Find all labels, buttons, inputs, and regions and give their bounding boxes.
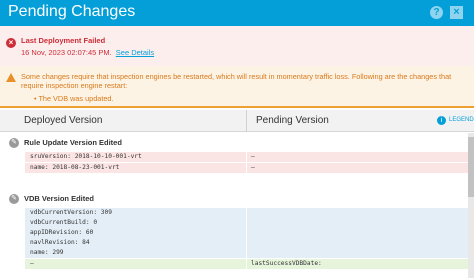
close-icon[interactable]: ×: [450, 6, 463, 19]
pending-version-header: Pending Version: [256, 115, 329, 126]
content-scrollbar[interactable]: [468, 133, 474, 278]
pending-value: [247, 248, 468, 258]
version-column-header: Deployed Version Pending Version i LEGEN…: [0, 110, 474, 132]
dialog-title: Pending Changes: [8, 3, 136, 20]
pending-value: lastSuccessVDBDate:: [247, 259, 468, 269]
pending-value: [247, 228, 468, 238]
section-title-rule-update: Rule Update Version Edited: [24, 138, 122, 147]
deployed-value: appIDRevision: 60: [25, 228, 246, 238]
pending-value: [247, 238, 468, 248]
pencil-icon: ✎: [9, 138, 19, 148]
error-title: Last Deployment Failed: [21, 36, 106, 45]
section-title-vdb: VDB Version Edited: [24, 194, 95, 203]
diff-row: appIDRevision: 60: [25, 228, 468, 238]
diff-row: name: 299: [25, 248, 468, 258]
warning-message: Some changes require that inspection eng…: [21, 72, 452, 90]
error-timestamp: 16 Nov, 2023 02:07:45 PM. See Details: [21, 48, 154, 58]
deployment-error-panel: × Last Deployment Failed 16 Nov, 2023 02…: [0, 26, 474, 66]
deployed-value: –: [25, 259, 246, 269]
deployed-value: sruVersion: 2018-10-10-001-vrt: [25, 152, 246, 162]
pencil-icon: ✎: [9, 194, 19, 204]
pending-value: [247, 218, 468, 228]
column-divider: [246, 110, 247, 132]
diff-row: vdbCurrentBuild: 0: [25, 218, 468, 228]
diff-row: name: 2018-08-23-001-vrt –: [25, 163, 468, 173]
dialog-header: Pending Changes ? ×: [0, 0, 474, 26]
error-timestamp-text: 16 Nov, 2023 02:07:45 PM.: [21, 48, 112, 57]
diff-row: navlRevision: 84: [25, 238, 468, 248]
deployed-value: name: 2018-08-23-001-vrt: [25, 163, 246, 173]
warning-triangle-icon: [6, 73, 16, 82]
error-x-icon: ×: [6, 38, 16, 48]
deployed-value: vdbCurrentBuild: 0: [25, 218, 246, 228]
pending-value: –: [247, 152, 468, 162]
pending-value: –: [247, 163, 468, 173]
scrollbar-thumb[interactable]: [468, 137, 474, 197]
pending-value: [247, 208, 468, 218]
diff-row: – lastSuccessVDBDate:: [25, 259, 468, 269]
diff-row: vdbCurrentVersion: 309: [25, 208, 468, 218]
info-icon[interactable]: i: [437, 116, 446, 125]
deployed-version-header: Deployed Version: [24, 115, 103, 126]
deployed-value: name: 299: [25, 248, 246, 258]
deployed-value: vdbCurrentVersion: 309: [25, 208, 246, 218]
legend-link[interactable]: LEGEND: [449, 117, 474, 123]
see-details-link[interactable]: See Details: [116, 48, 154, 57]
deployed-value: navlRevision: 84: [25, 238, 246, 248]
diff-row: sruVersion: 2018-10-10-001-vrt –: [25, 152, 468, 162]
warning-bullet-vdb: • The VDB was updated.: [34, 94, 114, 103]
help-icon[interactable]: ?: [430, 6, 443, 19]
